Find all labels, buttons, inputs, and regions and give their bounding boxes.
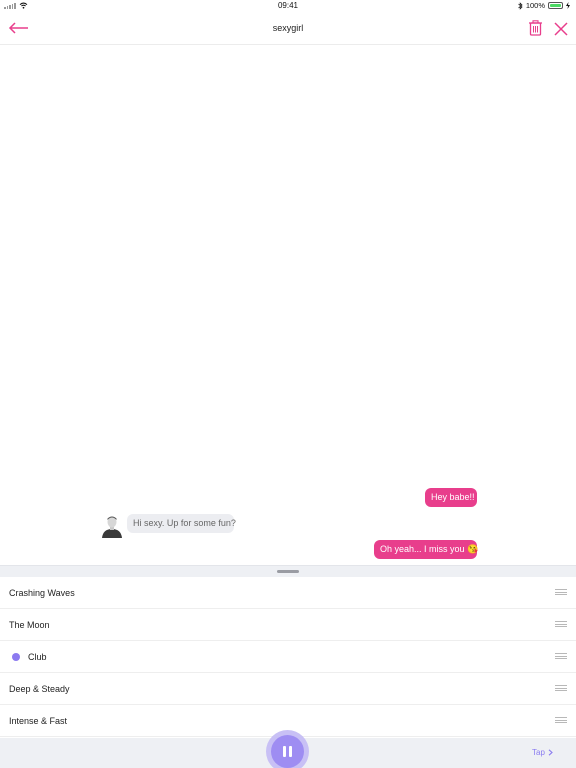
pattern-label: Club bbox=[28, 652, 47, 662]
pattern-item-deep-steady[interactable]: Deep & Steady bbox=[0, 673, 576, 705]
chat-header: sexygirl bbox=[0, 12, 576, 45]
battery-icon bbox=[548, 2, 563, 9]
message-outgoing: Hey babe!! bbox=[425, 488, 477, 507]
status-time: 09:41 bbox=[277, 1, 299, 10]
pause-icon bbox=[283, 746, 286, 757]
pattern-item-club[interactable]: Club bbox=[0, 641, 576, 673]
avatar bbox=[102, 516, 122, 538]
pattern-label: Deep & Steady bbox=[9, 684, 70, 694]
trash-icon[interactable] bbox=[528, 20, 543, 36]
charging-icon bbox=[566, 2, 570, 9]
reorder-handle-icon[interactable] bbox=[555, 589, 567, 595]
reorder-handle-icon[interactable] bbox=[555, 621, 567, 627]
bluetooth-icon bbox=[518, 1, 523, 10]
reorder-handle-icon[interactable] bbox=[555, 717, 567, 723]
status-bar: 09:41 100% bbox=[0, 0, 576, 12]
pause-button[interactable] bbox=[266, 730, 309, 768]
pattern-item-the-moon[interactable]: The Moon bbox=[0, 609, 576, 641]
pattern-label: Crashing Waves bbox=[9, 588, 75, 598]
tap-button[interactable]: Tap bbox=[532, 748, 553, 757]
active-dot-icon bbox=[12, 653, 20, 661]
sheet-header bbox=[0, 565, 576, 577]
reorder-handle-icon[interactable] bbox=[555, 685, 567, 691]
pattern-label: Intense & Fast bbox=[9, 716, 68, 726]
message-incoming: Hi sexy. Up for some fun? bbox=[127, 514, 236, 533]
battery-percent: 100% bbox=[525, 1, 545, 10]
sheet-drag-handle[interactable] bbox=[277, 570, 299, 573]
tap-label: Tap bbox=[532, 748, 545, 757]
chevron-right-icon bbox=[548, 749, 553, 756]
reorder-handle-icon[interactable] bbox=[555, 653, 567, 659]
message-outgoing: Oh yeah... I miss you 😘 bbox=[374, 540, 478, 559]
pause-button-inner bbox=[271, 735, 304, 768]
close-icon[interactable] bbox=[554, 22, 568, 36]
pause-icon bbox=[289, 746, 292, 757]
status-right: 100% bbox=[518, 1, 570, 10]
pattern-item-crashing-waves[interactable]: Crashing Waves bbox=[0, 577, 576, 609]
chat-title: sexygirl bbox=[272, 23, 304, 33]
pattern-label: The Moon bbox=[9, 620, 50, 630]
